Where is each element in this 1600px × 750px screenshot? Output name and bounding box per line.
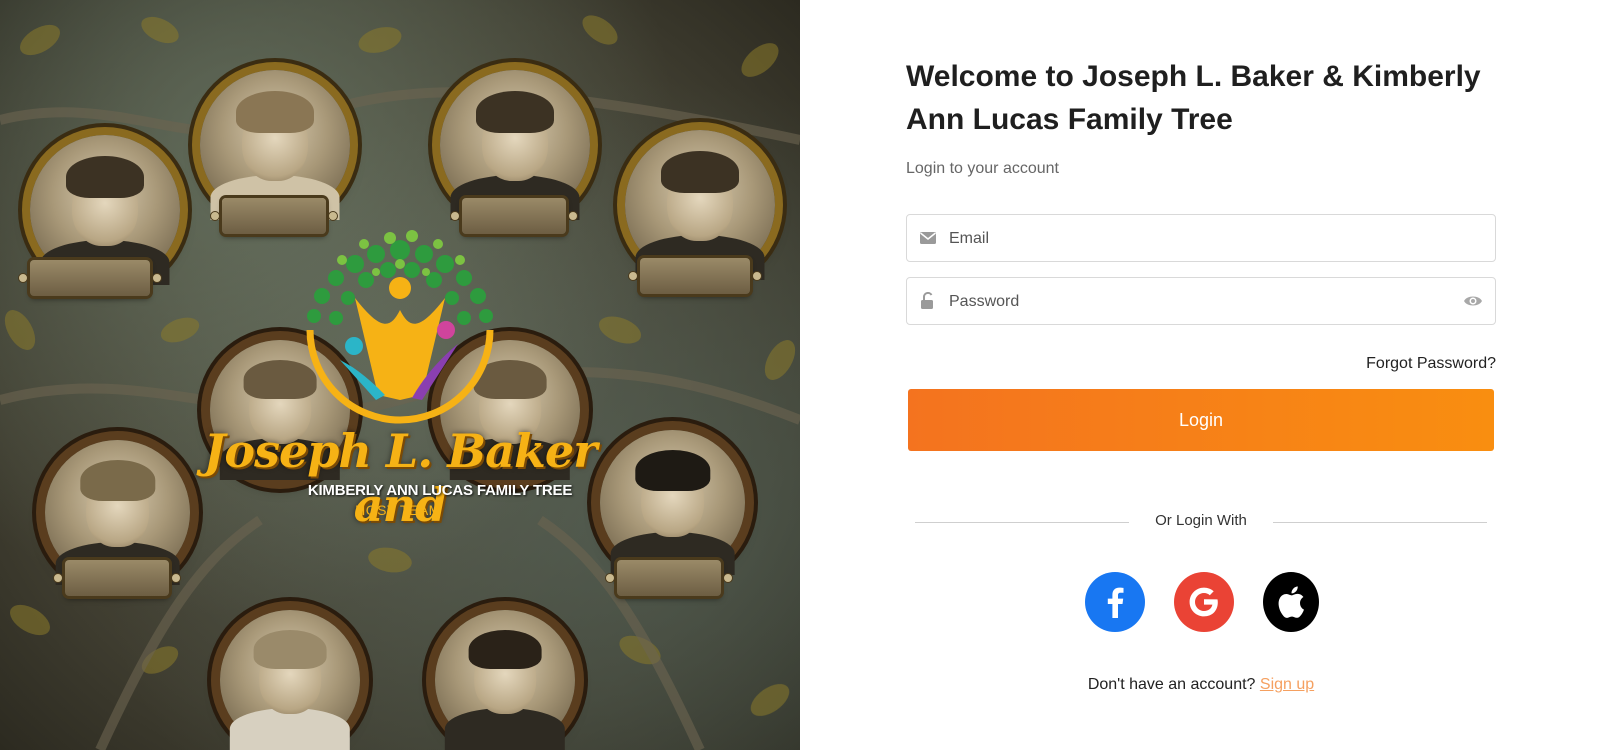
google-icon <box>1189 587 1218 617</box>
apple-icon <box>1278 586 1304 618</box>
login-subtitle: Login to your account <box>906 160 1059 177</box>
signup-prompt: Don't have an account? Sign up <box>906 676 1496 694</box>
google-login-button[interactable] <box>1174 572 1234 632</box>
signup-prompt-text: Don't have an account? <box>1087 676 1260 693</box>
password-input[interactable] <box>947 278 1451 326</box>
hero-panel: Joseph L. Baker and KIMBERLY ANN LUCAS F… <box>0 0 800 750</box>
divider-line <box>1273 522 1487 523</box>
divider-label: Or Login With <box>1155 512 1247 529</box>
name-plaque <box>18 260 162 296</box>
login-panel: Welcome to Joseph L. Baker & Kimberly An… <box>906 0 1498 750</box>
apple-login-button[interactable] <box>1263 572 1319 632</box>
facebook-icon <box>1107 587 1124 618</box>
page-title: Welcome to Joseph L. Baker & Kimberly An… <box>906 60 1481 136</box>
email-field <box>906 214 1496 263</box>
or-login-with-divider: Or Login With <box>915 510 1487 534</box>
signup-link[interactable]: Sign up <box>1260 676 1314 693</box>
name-plaque <box>628 258 762 294</box>
portrait-frame <box>220 610 360 750</box>
logo-tagline: HOST TEAM <box>355 502 441 518</box>
unlock-icon <box>921 292 933 309</box>
name-plaque <box>605 560 733 596</box>
login-button[interactable]: Login <box>908 389 1494 451</box>
password-field <box>906 277 1496 326</box>
facebook-login-button[interactable] <box>1085 572 1145 632</box>
show-password-icon[interactable] <box>1463 292 1483 310</box>
portrait-frame <box>435 610 575 750</box>
logo-subtitle: KIMBERLY ANN LUCAS FAMILY TREE <box>307 482 573 499</box>
portrait-frame <box>600 430 745 575</box>
name-plaque <box>53 560 181 596</box>
email-input[interactable] <box>947 215 1451 263</box>
forgot-password-link[interactable]: Forgot Password? <box>1366 355 1496 373</box>
envelope-icon <box>920 232 936 244</box>
